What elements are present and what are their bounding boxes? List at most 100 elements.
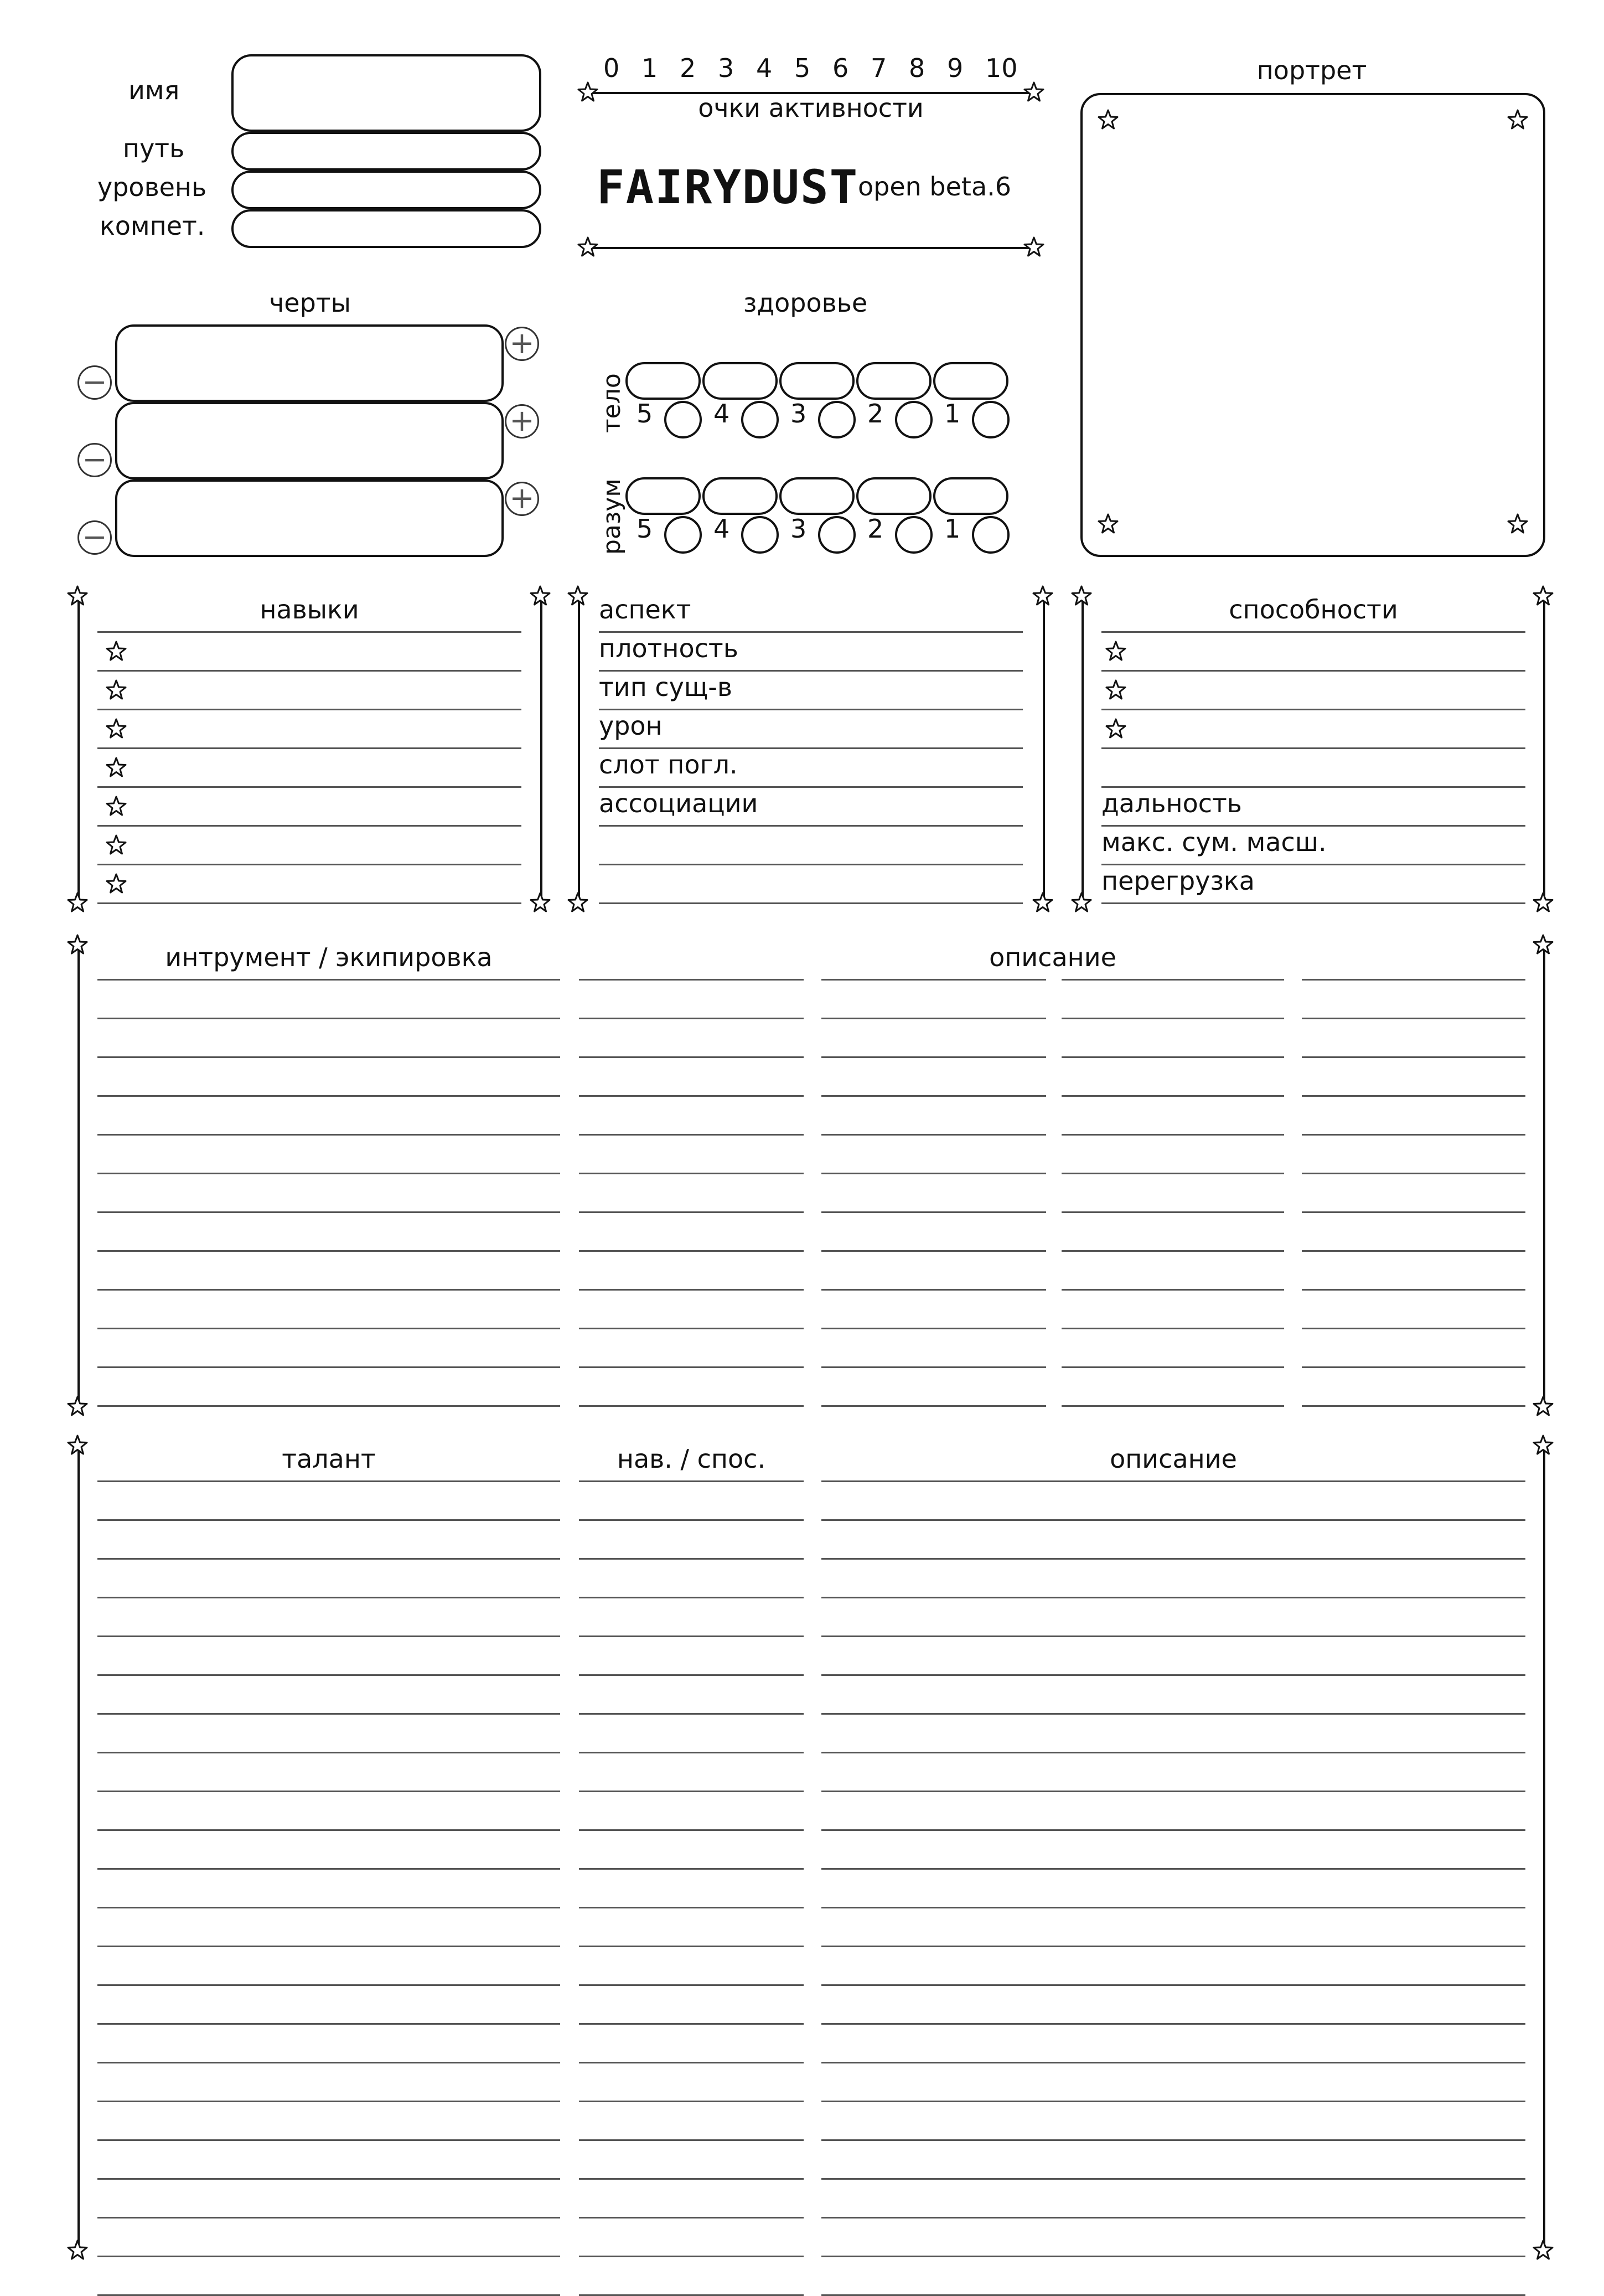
talent-line[interactable] — [821, 1791, 1525, 1792]
equipment-line[interactable] — [1062, 1056, 1284, 1058]
health-mind-checkbox[interactable] — [818, 516, 856, 554]
equipment-line[interactable] — [579, 1366, 804, 1368]
aspect-line[interactable] — [599, 670, 1023, 672]
health-mind-checkbox[interactable] — [741, 516, 779, 554]
talent-line[interactable] — [579, 1519, 804, 1521]
talent-line[interactable] — [821, 1907, 1525, 1908]
health-mind-box[interactable] — [702, 477, 778, 515]
equipment-line[interactable] — [821, 1018, 1046, 1019]
equipment-line[interactable] — [579, 1289, 804, 1291]
minus-icon[interactable]: − — [77, 520, 112, 555]
equipment-line[interactable] — [1302, 1018, 1525, 1019]
activity-tick[interactable]: 6 — [832, 55, 848, 81]
talent-line[interactable] — [821, 1946, 1525, 1947]
equipment-line[interactable] — [1062, 1095, 1284, 1097]
equipment-line[interactable] — [1302, 1056, 1525, 1058]
talent-line[interactable] — [97, 1713, 560, 1715]
aspect-line[interactable] — [599, 864, 1023, 865]
portrait-frame[interactable] — [1080, 93, 1545, 557]
skill-line[interactable] — [97, 747, 521, 749]
talent-line[interactable] — [97, 1868, 560, 1870]
talent-line[interactable] — [579, 1907, 804, 1908]
health-body-box[interactable] — [625, 362, 701, 400]
talent-line[interactable] — [821, 1752, 1525, 1753]
name-field[interactable] — [231, 54, 541, 132]
skill-line[interactable] — [97, 864, 521, 865]
equipment-line[interactable] — [97, 1095, 560, 1097]
talent-line[interactable] — [97, 2062, 560, 2063]
equipment-line[interactable] — [97, 1173, 560, 1174]
ability-line[interactable] — [1101, 670, 1525, 672]
aspect-line[interactable] — [599, 709, 1023, 710]
talent-line[interactable] — [821, 2178, 1525, 2180]
ability-line[interactable] — [1101, 709, 1525, 710]
skill-line[interactable] — [97, 670, 521, 672]
health-body-box[interactable] — [779, 362, 855, 400]
talent-line[interactable] — [821, 1674, 1525, 1676]
equipment-line[interactable] — [1062, 1250, 1284, 1252]
equipment-line[interactable] — [1302, 1289, 1525, 1291]
activity-tick[interactable]: 8 — [909, 55, 925, 81]
equipment-line[interactable] — [97, 1250, 560, 1252]
talent-line[interactable] — [579, 2139, 804, 2141]
talent-line[interactable] — [97, 2101, 560, 2102]
talent-line[interactable] — [97, 1480, 560, 1482]
trait-field-2[interactable] — [115, 402, 504, 479]
equipment-line[interactable] — [97, 1289, 560, 1291]
equipment-line[interactable] — [1062, 1134, 1284, 1136]
health-body-checkbox[interactable] — [741, 401, 779, 438]
talent-line[interactable] — [579, 2062, 804, 2063]
equipment-line[interactable] — [1062, 1211, 1284, 1213]
activity-tick[interactable]: 9 — [947, 55, 963, 81]
activity-tick[interactable]: 5 — [794, 55, 810, 81]
talent-line[interactable] — [821, 2023, 1525, 2025]
talent-line[interactable] — [97, 2217, 560, 2218]
talent-line[interactable] — [97, 1829, 560, 1831]
health-body-checkbox[interactable] — [664, 401, 702, 438]
equipment-line[interactable] — [97, 1328, 560, 1329]
talent-line[interactable] — [97, 2256, 560, 2257]
equipment-line[interactable] — [821, 1405, 1046, 1407]
equipment-line[interactable] — [579, 1405, 804, 1407]
equipment-line[interactable] — [821, 1056, 1046, 1058]
equipment-line[interactable] — [1302, 979, 1525, 981]
health-body-checkbox[interactable] — [972, 401, 1010, 438]
talent-line[interactable] — [97, 2139, 560, 2141]
talent-line[interactable] — [579, 1558, 804, 1560]
equipment-line[interactable] — [1302, 1173, 1525, 1174]
talent-line[interactable] — [97, 2023, 560, 2025]
equipment-line[interactable] — [579, 1018, 804, 1019]
talent-line[interactable] — [97, 2178, 560, 2180]
plus-icon[interactable]: + — [505, 327, 539, 361]
health-mind-checkbox[interactable] — [664, 516, 702, 554]
skill-line[interactable] — [97, 902, 521, 904]
activity-tick[interactable]: 3 — [718, 55, 734, 81]
talent-line[interactable] — [821, 1558, 1525, 1560]
ability-line[interactable] — [1101, 747, 1525, 749]
talent-line[interactable] — [821, 1635, 1525, 1637]
minus-icon[interactable]: − — [77, 443, 112, 477]
talent-line[interactable] — [579, 1635, 804, 1637]
activity-tick[interactable]: 10 — [985, 55, 1018, 81]
health-mind-box[interactable] — [779, 477, 855, 515]
activity-tick[interactable]: 7 — [871, 55, 887, 81]
health-body-box[interactable] — [856, 362, 932, 400]
equipment-line[interactable] — [1302, 1405, 1525, 1407]
level-field[interactable] — [231, 171, 541, 209]
talent-line[interactable] — [821, 1829, 1525, 1831]
ability-line[interactable] — [1101, 864, 1525, 865]
talent-line[interactable] — [579, 2256, 804, 2257]
talent-line[interactable] — [579, 1713, 804, 1715]
equipment-line[interactable] — [821, 1134, 1046, 1136]
talent-line[interactable] — [97, 1907, 560, 1908]
equipment-line[interactable] — [1302, 1211, 1525, 1213]
talent-line[interactable] — [821, 2217, 1525, 2218]
talent-line[interactable] — [579, 2023, 804, 2025]
talent-line[interactable] — [97, 1946, 560, 1947]
skill-line[interactable] — [97, 786, 521, 788]
equipment-line[interactable] — [579, 1134, 804, 1136]
talent-line[interactable] — [97, 1558, 560, 1560]
talent-line[interactable] — [97, 1984, 560, 1986]
talent-line[interactable] — [97, 1597, 560, 1598]
equipment-line[interactable] — [97, 1405, 560, 1407]
